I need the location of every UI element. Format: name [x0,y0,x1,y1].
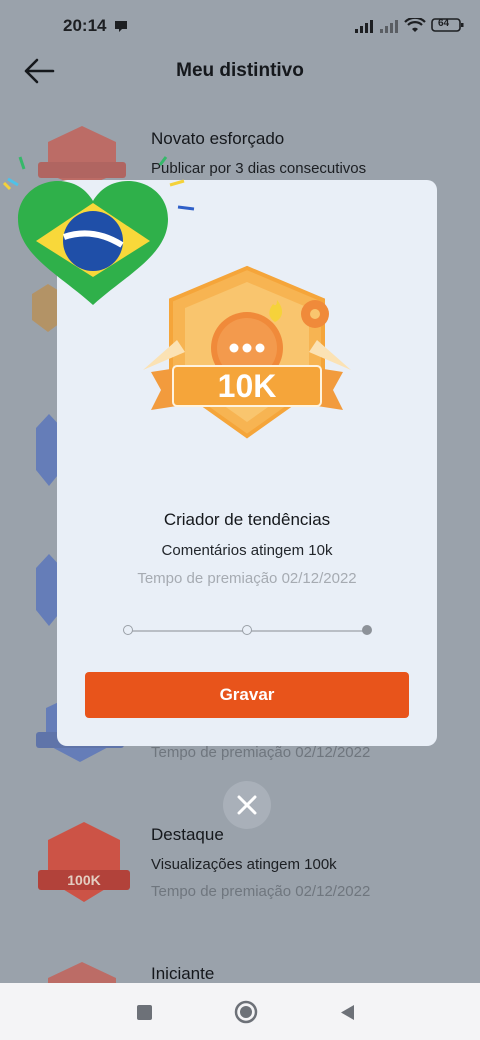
progress-step [123,625,133,635]
badge-award-date: Tempo de premiação 02/12/2022 [151,744,371,761]
status-time: 20:14 [63,16,107,35]
battery-level: 64 [438,18,450,29]
dialog-description: Comentários atingem 10k [161,542,333,559]
badge-title: Destaque [151,825,224,844]
signal-icon [354,18,374,34]
square-icon[interactable] [137,1005,152,1020]
circle-home-icon[interactable] [234,1000,258,1024]
progress-step-current [362,625,372,635]
badge-icon [48,962,116,984]
triangle-back-icon[interactable] [340,1004,355,1021]
system-nav-bar [0,983,480,1040]
battery-icon: 64 [431,17,465,33]
dialog-award-date: Tempo de premiação 02/12/2022 [137,570,357,587]
brazil-flag-heart-icon [2,156,195,305]
badge-icon: 100K [38,822,130,902]
close-icon [237,795,257,815]
progress-step [242,625,252,635]
header: Meu distintivo [0,50,480,94]
status-bar: 20:14 64 [0,0,480,50]
badge-label: 10K [218,368,277,404]
record-button[interactable]: Gravar [85,672,409,718]
badge-award-date: Tempo de premiação 02/12/2022 [151,883,371,900]
dialog-title: Criador de tendências [163,510,331,529]
wifi-icon [404,16,426,34]
badge-label: 100K [67,872,100,888]
notification-icon [113,18,129,34]
close-dialog-button[interactable] [223,781,271,829]
badge-title: Iniciante [151,964,215,983]
signal-icon [379,18,399,34]
page-title: Meu distintivo [176,60,304,81]
badge-description: Visualizações atingem 100k [151,856,337,873]
